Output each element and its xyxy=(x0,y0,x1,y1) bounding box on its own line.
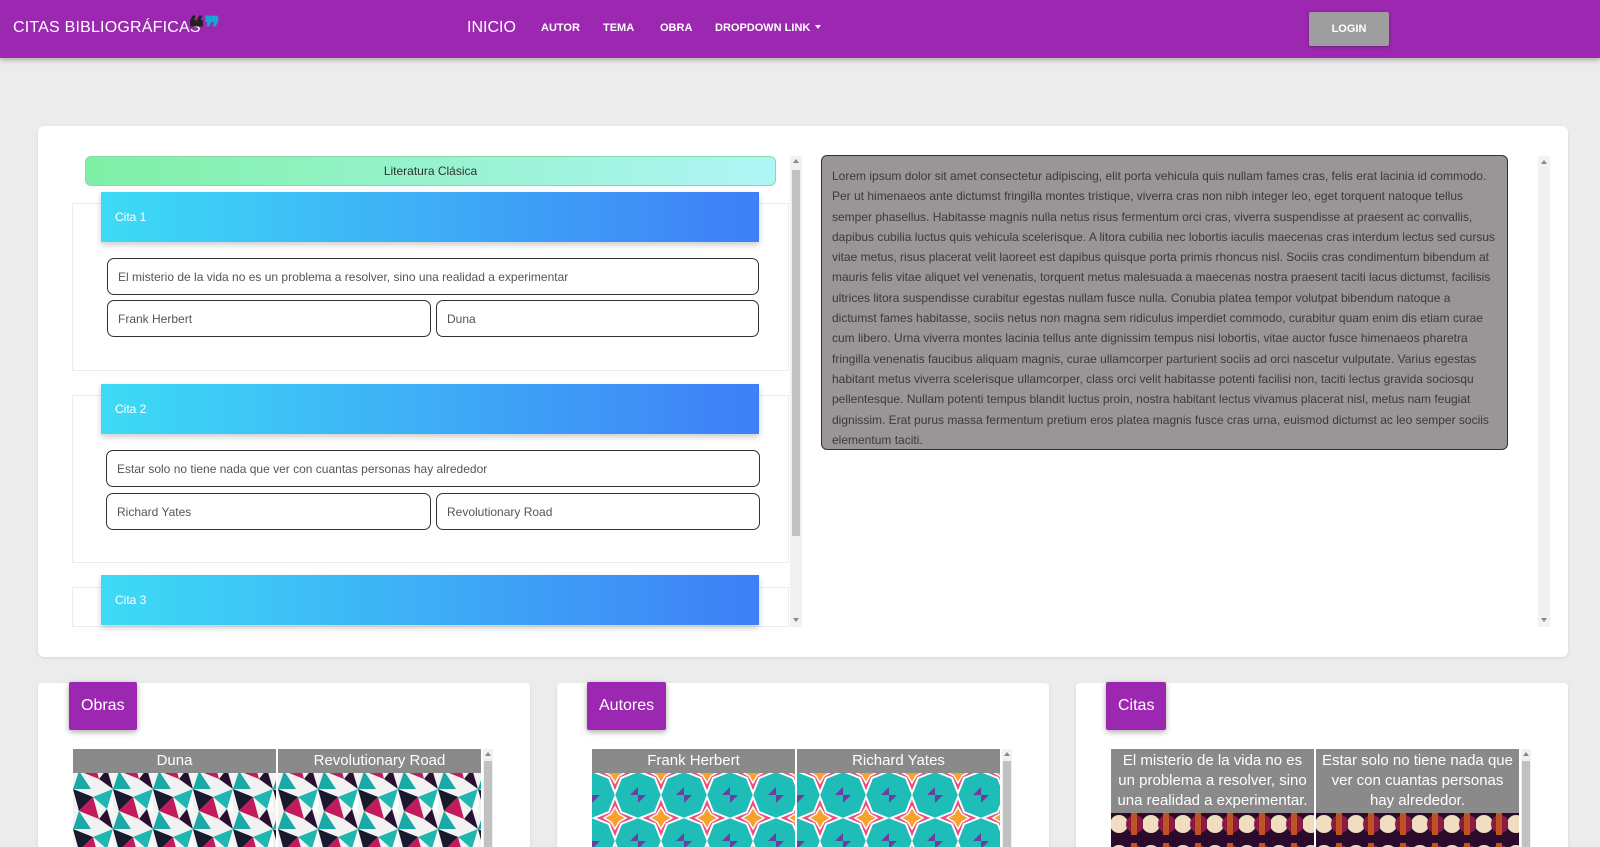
nav-link-tema[interactable]: TEMA xyxy=(603,22,634,34)
obras-scrollbar[interactable] xyxy=(483,749,493,847)
quote-text-field[interactable]: El misterio de la vida no es un problema… xyxy=(107,258,759,295)
scroll-up-arrow-icon[interactable] xyxy=(1541,160,1547,164)
brand-title[interactable]: CITAS BIBLIOGRÁFICAS xyxy=(13,19,201,37)
scrollbar-thumb[interactable] xyxy=(1003,761,1011,847)
citas-title-badge: Citas xyxy=(1106,682,1167,730)
quote-marks-logo: ❝❞ xyxy=(188,14,220,44)
scroll-up-arrow-icon[interactable] xyxy=(793,159,799,163)
cita-tile-label: Estar solo no tiene nada que ver con cua… xyxy=(1316,749,1519,813)
scroll-up-arrow-icon[interactable] xyxy=(1523,752,1529,756)
nav-dropdown-link[interactable]: DROPDOWN LINK xyxy=(715,22,822,34)
scroll-up-arrow-icon[interactable] xyxy=(1004,752,1010,756)
caret-down-icon xyxy=(815,25,822,29)
quote-text-field[interactable]: Estar solo no tiene nada que ver con cua… xyxy=(106,450,760,487)
autor-tile[interactable]: Frank Herbert xyxy=(592,749,795,847)
obra-tile-label: Duna xyxy=(73,749,276,773)
autores-card: Autores Frank Herbert Richard Yates xyxy=(557,682,1049,847)
autor-tile-label: Richard Yates xyxy=(797,749,1000,773)
scrollbar-thumb[interactable] xyxy=(792,170,800,536)
detail-scrollbar[interactable] xyxy=(1538,156,1550,627)
nav-link-autor[interactable]: AUTOR xyxy=(541,22,580,34)
login-button[interactable]: LOGIN xyxy=(1309,12,1389,46)
collection-title-bar[interactable]: Literatura Clásica xyxy=(85,156,776,186)
scroll-down-arrow-icon[interactable] xyxy=(793,618,799,622)
autores-title-badge: Autores xyxy=(587,682,667,730)
cita-tile[interactable]: Estar solo no tiene nada que ver con cua… xyxy=(1316,749,1519,847)
quote-work-field[interactable]: Duna xyxy=(436,300,759,337)
autor-tile-label: Frank Herbert xyxy=(592,749,795,773)
quote-card-3: Cita 3 xyxy=(72,575,789,627)
obra-tile-label: Revolutionary Road xyxy=(278,749,481,773)
quotes-scrollbar[interactable] xyxy=(790,156,802,627)
autores-scrollbar[interactable] xyxy=(1002,749,1012,847)
top-navbar: CITAS BIBLIOGRÁFICAS ❝❞ INICIO AUTOR TEM… xyxy=(0,0,1600,58)
citas-scrollbar[interactable] xyxy=(1521,749,1531,847)
obra-tile[interactable]: Revolutionary Road xyxy=(278,749,481,847)
cita-tile[interactable]: El misterio de la vida no es un problema… xyxy=(1111,749,1314,847)
quote-header-1[interactable]: Cita 1 xyxy=(101,192,759,242)
autor-tile[interactable]: Richard Yates xyxy=(797,749,1000,847)
scrollbar-thumb[interactable] xyxy=(484,761,492,847)
quote-card-2: Cita 2 Estar solo no tiene nada que ver … xyxy=(72,384,789,563)
quote-author-field[interactable]: Richard Yates xyxy=(106,493,431,530)
scrollbar-thumb[interactable] xyxy=(1522,761,1530,847)
dropdown-label: DROPDOWN LINK xyxy=(715,22,811,34)
scroll-down-arrow-icon[interactable] xyxy=(1541,618,1547,622)
nav-link-inicio[interactable]: INICIO xyxy=(467,19,516,37)
quote-header-2[interactable]: Cita 2 xyxy=(101,384,759,434)
citas-card: Citas El misterio de la vida no es un pr… xyxy=(1076,682,1568,847)
quote-author-field[interactable]: Frank Herbert xyxy=(107,300,431,337)
obras-title-badge: Obras xyxy=(69,682,137,730)
quote-header-3[interactable]: Cita 3 xyxy=(101,575,759,625)
obra-tile[interactable]: Duna xyxy=(73,749,276,847)
detail-text-panel: Lorem ipsum dolor sit amet consectetur a… xyxy=(821,155,1508,450)
scroll-up-arrow-icon[interactable] xyxy=(485,752,491,756)
obras-card: Obras Duna Revolutionary Road xyxy=(38,682,530,847)
open-quote-icon: ❝ xyxy=(188,11,205,46)
close-quote-icon: ❞ xyxy=(204,11,221,46)
cita-tile-label: El misterio de la vida no es un problema… xyxy=(1111,749,1314,813)
nav-link-obra[interactable]: OBRA xyxy=(660,22,692,34)
quote-work-field[interactable]: Revolutionary Road xyxy=(436,493,760,530)
quote-card-1: Cita 1 El misterio de la vida no es un p… xyxy=(72,192,789,371)
